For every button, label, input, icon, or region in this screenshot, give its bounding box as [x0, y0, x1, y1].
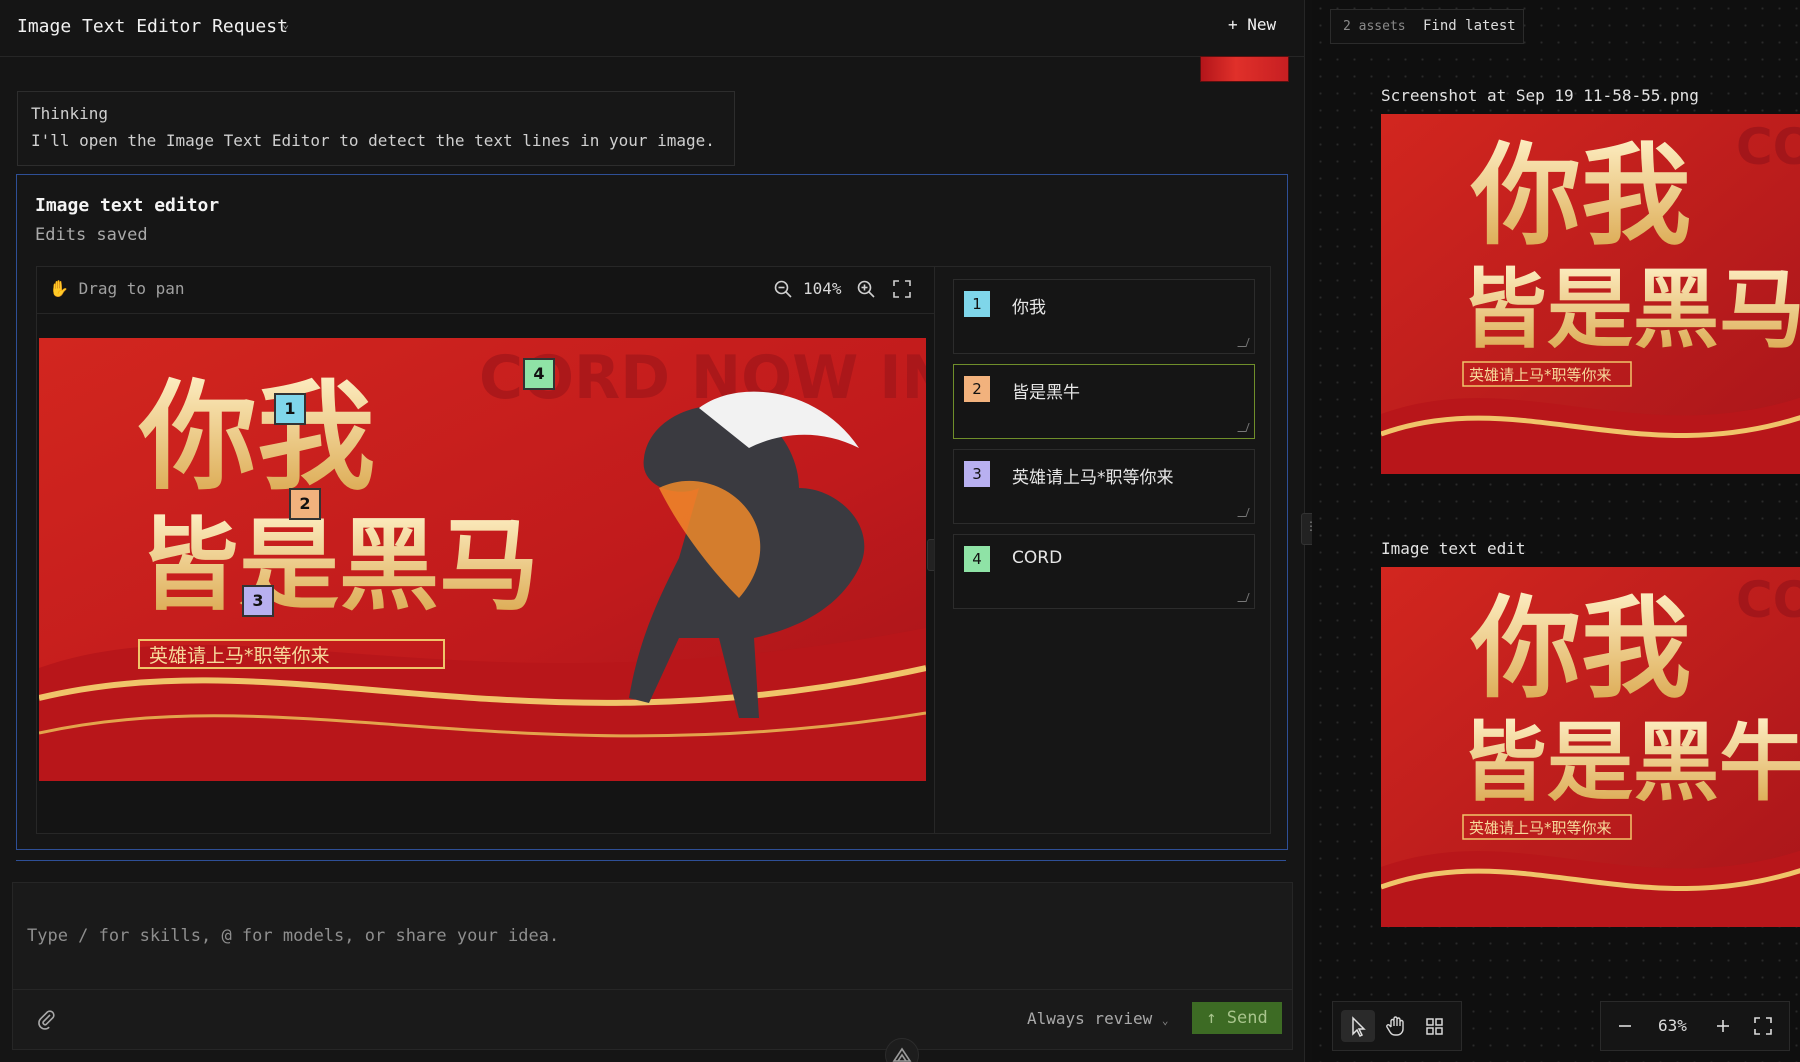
asset-1-label: Screenshot at Sep 19 11-58-55.png: [1381, 86, 1699, 105]
new-chat-button[interactable]: + New: [1228, 15, 1276, 34]
text-line-3[interactable]: 3 英雄请上马*职等你来: [953, 449, 1255, 524]
asset1-main-top: 你我: [1470, 131, 1691, 260]
editor-status: Edits saved: [35, 225, 148, 245]
next-card-edge: [16, 860, 1286, 867]
resize-grip-icon[interactable]: [1237, 593, 1250, 602]
banner-subtitle: 英雄请上马*职等你来: [149, 645, 330, 667]
text-marker-2[interactable]: 2: [289, 488, 321, 520]
fit-screen-icon[interactable]: [1751, 1014, 1775, 1038]
pan-hint: ✋ Drag to pan: [49, 279, 185, 298]
review-mode-label: Always review: [1027, 1009, 1153, 1028]
line-number-badge: 1: [964, 291, 990, 317]
asset2-main-bottom: 皆是黑牛: [1461, 712, 1800, 813]
image-text-editor-card: Image text editor Edits saved ✋ Drag to …: [16, 174, 1288, 850]
text-line-2[interactable]: 2 皆是黑牛: [953, 364, 1255, 439]
line-text[interactable]: 你我: [1012, 293, 1046, 318]
canvas-zoom-level: 63%: [1658, 1016, 1687, 1035]
conversation-title[interactable]: Image Text Editor Request: [17, 16, 288, 37]
chevron-down-icon[interactable]: ⌄: [282, 17, 289, 31]
asset1-main-bottom: 皆是黑马: [1461, 259, 1800, 360]
paperclip-icon[interactable]: [35, 1008, 57, 1030]
line-number-badge: 3: [964, 461, 990, 487]
asset1-watermark: CO: [1736, 118, 1800, 176]
resize-grip-icon[interactable]: [1237, 508, 1250, 517]
grid-tool-icon[interactable]: [1417, 1010, 1451, 1042]
plus-icon[interactable]: [1711, 1014, 1735, 1038]
asset-1-image[interactable]: CO 你我 皆是黑马 英雄请上马*职等你来: [1381, 114, 1800, 474]
app-logo-icon: [885, 1038, 919, 1062]
resize-grip-icon[interactable]: [1237, 338, 1250, 347]
message-composer: Always review ⌄ ↑ Send: [12, 882, 1293, 1050]
banner-main-top: 你我: [138, 367, 375, 506]
assets-canvas-panel: 2 assets Find latest Screenshot at Sep 1…: [1312, 0, 1800, 1062]
banner-main-bottom: 皆是黑马: [139, 506, 539, 624]
text-line-4[interactable]: 4 CORD: [953, 534, 1255, 609]
asset2-watermark: CO: [1736, 571, 1800, 629]
asset1-subtitle: 英雄请上马*职等你来: [1469, 366, 1612, 384]
line-text[interactable]: 皆是黑牛: [1012, 378, 1080, 403]
line-text[interactable]: 英雄请上马*职等你来: [1012, 463, 1174, 488]
message-input[interactable]: [13, 883, 1292, 988]
asset-2-image[interactable]: CO 你我 皆是黑牛 英雄请上马*职等你来: [1381, 567, 1800, 927]
find-latest-button[interactable]: Find latest: [1423, 18, 1516, 34]
assets-count: 2 assets: [1343, 19, 1406, 34]
top-bar: Image Text Editor Request ⌄ + New: [0, 0, 1304, 57]
chat-panel: Image Text Editor Request ⌄ + New Thinki…: [0, 0, 1304, 1062]
resize-grip-icon[interactable]: [1237, 423, 1250, 432]
thinking-title: Thinking: [31, 104, 109, 123]
asset-2-label: Image text edit: [1381, 539, 1526, 558]
hand-icon: ✋: [49, 279, 69, 298]
text-marker-3[interactable]: 3: [242, 585, 274, 617]
chevron-down-icon: ⌄: [1161, 1014, 1169, 1027]
text-marker-1[interactable]: 1: [274, 393, 306, 425]
text-lines-list: 1 你我 2 皆是黑牛 3 英雄请上马*职等你来 4 CORD: [934, 266, 1271, 834]
thinking-block: Thinking I'll open the Image Text Editor…: [17, 91, 735, 166]
editor-canvas-pane: ✋ Drag to pan 104% CORD NOW I 你我 皆是黑马 英雄…: [36, 266, 954, 834]
asset2-main-top: 你我: [1470, 584, 1691, 713]
minus-icon[interactable]: [1613, 1014, 1637, 1038]
thinking-text: I'll open the Image Text Editor to detec…: [31, 131, 715, 150]
text-marker-4[interactable]: 4: [523, 358, 555, 390]
canvas-toolbar: ✋ Drag to pan 104%: [37, 267, 934, 314]
line-number-badge: 4: [964, 546, 990, 572]
asset2-subtitle: 英雄请上马*职等你来: [1469, 819, 1612, 837]
line-number-badge: 2: [964, 376, 990, 402]
zoom-level: 104%: [803, 279, 842, 298]
fullscreen-icon[interactable]: [891, 278, 913, 300]
line-text[interactable]: CORD: [1012, 548, 1062, 568]
pan-hint-label: Drag to pan: [78, 279, 185, 298]
review-mode-select[interactable]: Always review ⌄: [1027, 1009, 1169, 1028]
composer-divider: [13, 989, 1292, 990]
hand-tool-icon[interactable]: [1379, 1010, 1413, 1042]
banner-image[interactable]: CORD NOW INVITE 你我 皆是黑马 英雄请上马*职等你来 1 2 3: [39, 338, 926, 781]
canvas-zoom-group: 63%: [1600, 1001, 1790, 1051]
editor-title: Image text editor: [35, 195, 220, 216]
send-button[interactable]: ↑ Send: [1192, 1002, 1282, 1034]
text-line-1[interactable]: 1 你我: [953, 279, 1255, 354]
pointer-tool-icon[interactable]: [1341, 1010, 1375, 1042]
assets-bar: 2 assets Find latest: [1330, 9, 1524, 44]
attached-image-thumbnail[interactable]: [1200, 56, 1289, 82]
zoom-in-icon[interactable]: [855, 278, 877, 300]
canvas-tool-group: [1332, 1001, 1462, 1051]
zoom-out-icon[interactable]: [772, 278, 794, 300]
